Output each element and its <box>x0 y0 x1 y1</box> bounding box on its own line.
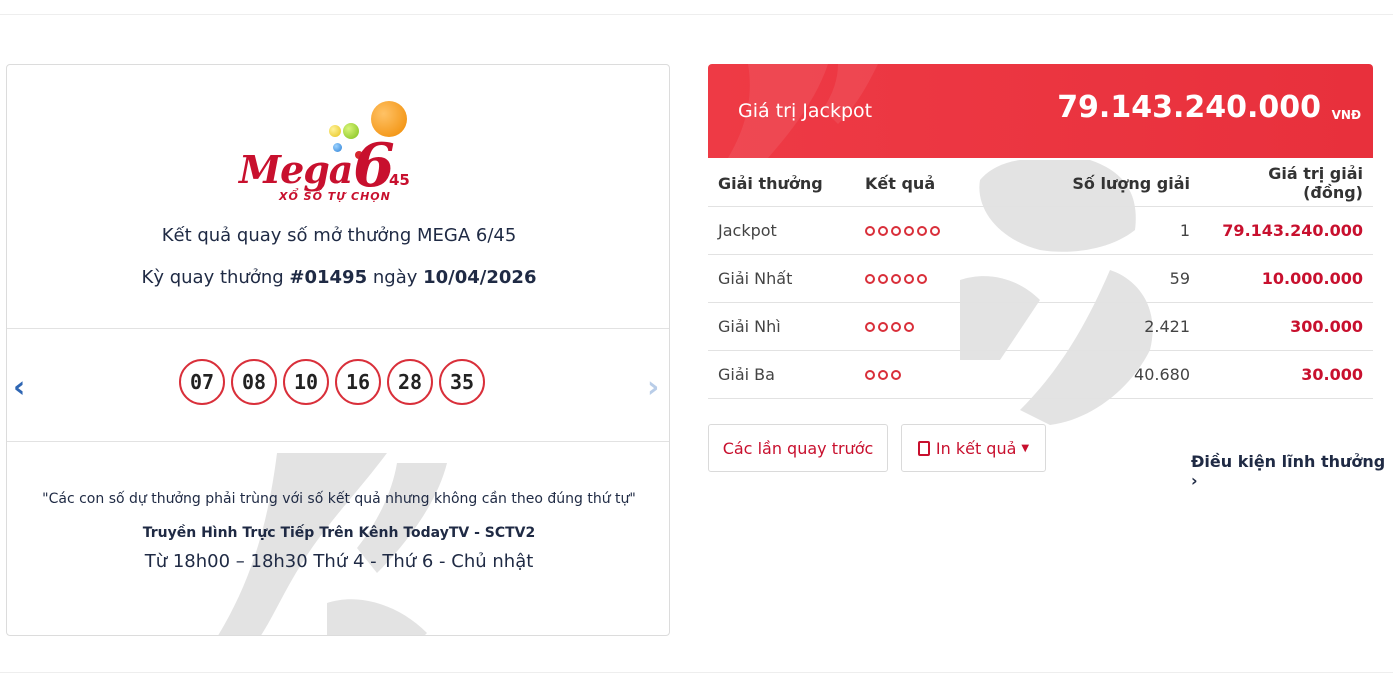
prize-conditions-label: Điều kiện lĩnh thưởng <box>1191 452 1386 471</box>
match-dots <box>855 206 1015 255</box>
number-ball: 16 <box>335 359 381 405</box>
chevron-right-icon[interactable]: › <box>647 373 659 403</box>
number-ball: 10 <box>283 359 329 405</box>
previous-draws-button[interactable]: Các lần quay trước <box>708 424 888 472</box>
prize-conditions-link[interactable]: Điều kiện lĩnh thưởng › <box>1191 452 1393 490</box>
table-row: Giải Ba 40.680 30.000 <box>708 350 1373 399</box>
draw-date: 10/04/2026 <box>423 267 537 288</box>
match-dots <box>855 302 1015 351</box>
column-header: Kết quả <box>855 160 1015 207</box>
top-divider <box>0 14 1393 15</box>
number-ball: 07 <box>179 359 225 405</box>
winning-numbers: 07 08 10 16 28 35 <box>179 359 485 405</box>
print-results-label: In kết quả <box>935 438 1017 458</box>
date-prefix: ngày <box>372 267 418 288</box>
divider <box>7 328 669 329</box>
prize-name: Giải Nhì <box>708 302 855 351</box>
prize-name: Jackpot <box>708 206 855 255</box>
prize-name: Giải Ba <box>708 350 855 399</box>
number-ball: 35 <box>439 359 485 405</box>
broadcast-info: Truyền Hình Trực Tiếp Trên Kênh TodayTV … <box>142 525 536 541</box>
jackpot-value: 79.143.240.000 <box>1057 90 1321 125</box>
table-header-row: Giải thưởng Kết quả Số lượng giải Giá tr… <box>708 160 1373 207</box>
winner-count: 59 <box>1015 254 1200 303</box>
table-row: Giải Nhất 59 10.000.000 <box>708 254 1373 303</box>
bottom-divider <box>0 672 1393 673</box>
draw-result-card: Mega 6 45 XỔ SỐ TỰ CHỌN Kết quả quay số … <box>6 64 670 636</box>
watermark-logo <box>218 453 447 635</box>
draw-title: Kết quả quay số mở thưởng MEGA 6/45 <box>161 225 517 246</box>
logo-mega-text: Mega <box>239 147 353 192</box>
logo-subtitle: XỔ SỐ TỰ CHỌN <box>279 190 391 203</box>
draw-schedule: Từ 18h00 – 18h30 Thứ 4 - Thứ 6 - Chủ nhậ… <box>144 551 534 572</box>
chevron-right-icon: › <box>1191 471 1198 490</box>
column-header: Giá trị giải (đồng) <box>1200 160 1373 207</box>
pdf-icon <box>917 440 930 456</box>
mega-645-logo: Mega 6 45 XỔ SỐ TỰ CHỌN <box>239 101 445 209</box>
jackpot-unit: VNĐ <box>1331 108 1361 122</box>
number-ball: 08 <box>231 359 277 405</box>
prize-amount: 79.143.240.000 <box>1200 206 1373 255</box>
logo-yellow-ball <box>329 125 341 137</box>
table-row: Giải Nhì 2.421 300.000 <box>708 302 1373 351</box>
prize-amount: 300.000 <box>1200 302 1373 351</box>
column-header: Số lượng giải <box>1015 160 1200 207</box>
table-row: Jackpot 1 79.143.240.000 <box>708 206 1373 255</box>
caret-down-icon: ▼ <box>1021 442 1030 454</box>
match-dots <box>855 254 1015 303</box>
prize-name: Giải Nhất <box>708 254 855 303</box>
print-results-button[interactable]: In kết quả ▼ <box>901 424 1046 472</box>
prize-amount: 30.000 <box>1200 350 1373 399</box>
prize-amount: 10.000.000 <box>1200 254 1373 303</box>
winner-count: 1 <box>1015 206 1200 255</box>
match-dots <box>855 350 1015 399</box>
chevron-left-icon[interactable]: ‹ <box>13 373 25 403</box>
divider <box>7 441 669 442</box>
draw-prefix: Kỳ quay thưởng <box>141 267 284 288</box>
column-header: Giải thưởng <box>708 160 855 207</box>
logo-45-text: 45 <box>389 171 410 189</box>
rule-quote: "Các con số dự thưởng phải trùng với số … <box>42 491 636 507</box>
number-ball: 28 <box>387 359 433 405</box>
jackpot-label: Giá trị Jackpot <box>738 100 873 122</box>
jackpot-banner: Giá trị Jackpot 79.143.240.000 VNĐ <box>708 64 1373 158</box>
winner-count: 2.421 <box>1015 302 1200 351</box>
draw-number: #01495 <box>289 267 368 288</box>
draw-meta: Kỳ quay thưởng #01495 ngày 10/04/2026 <box>7 267 669 288</box>
winner-count: 40.680 <box>1015 350 1200 399</box>
prize-table: Giải thưởng Kết quả Số lượng giải Giá tr… <box>708 160 1373 399</box>
